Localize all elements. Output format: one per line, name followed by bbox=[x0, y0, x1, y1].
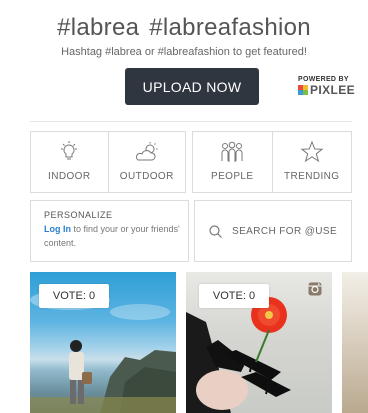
filter-people-label: PEOPLE bbox=[211, 171, 254, 182]
hashtag-labreafashion: #labreafashion bbox=[149, 14, 311, 41]
personalize-description: Log In to find your or your friends' con… bbox=[44, 222, 188, 250]
filter-indoor[interactable]: INDOOR bbox=[31, 132, 108, 192]
gallery-card[interactable]: VOTE: 0 bbox=[30, 272, 176, 413]
lightbulb-icon bbox=[61, 141, 78, 160]
vote-button[interactable]: VOTE: 0 bbox=[199, 284, 269, 308]
upload-now-button[interactable]: UPLOAD NOW bbox=[125, 68, 259, 105]
vote-button[interactable]: VOTE: 0 bbox=[39, 284, 109, 308]
gallery-card[interactable]: VOTE: 0 bbox=[186, 272, 332, 413]
featured-subtitle: Hashtag #labrea or #labreafashion to get… bbox=[61, 46, 307, 58]
filter-group-place: INDOOR OUTDOOR bbox=[30, 131, 186, 193]
filter-trending[interactable]: TRENDING bbox=[271, 132, 352, 192]
pixlee-brand-name: PIXLEE bbox=[310, 83, 356, 97]
people-icon bbox=[221, 141, 243, 162]
filter-trending-label: TRENDING bbox=[284, 171, 340, 182]
gallery-card[interactable] bbox=[342, 272, 368, 413]
filter-people[interactable]: PEOPLE bbox=[193, 132, 272, 192]
powered-by-label: POWERED BY bbox=[298, 76, 349, 83]
search-placeholder: SEARCH FOR @USE bbox=[232, 225, 338, 237]
search-icon bbox=[209, 224, 222, 238]
personalize-title: PERSONALIZE bbox=[44, 210, 113, 220]
hashtag-labrea: #labrea bbox=[57, 14, 140, 41]
filter-indoor-label: INDOOR bbox=[48, 171, 91, 182]
filter-outdoor[interactable]: OUTDOOR bbox=[107, 132, 186, 192]
filter-outdoor-label: OUTDOOR bbox=[119, 171, 174, 182]
sun-cloud-icon bbox=[135, 142, 158, 161]
search-user-input[interactable]: SEARCH FOR @USE bbox=[194, 200, 352, 262]
filter-group-content: PEOPLE TRENDING bbox=[192, 131, 352, 193]
pixlee-logo: PIXLEE bbox=[298, 83, 356, 97]
pixlee-logo-icon bbox=[298, 85, 308, 95]
log-in-link[interactable]: Log In bbox=[44, 224, 71, 234]
personalize-box: PERSONALIZE Log In to find your or your … bbox=[30, 200, 189, 262]
powered-by-pixlee[interactable]: POWERED BY PIXLEE bbox=[298, 76, 356, 97]
hashtag-title: #labrea #labreafashion bbox=[0, 14, 368, 42]
star-icon bbox=[300, 141, 324, 163]
instagram-icon bbox=[308, 282, 322, 296]
header-divider bbox=[30, 121, 352, 122]
